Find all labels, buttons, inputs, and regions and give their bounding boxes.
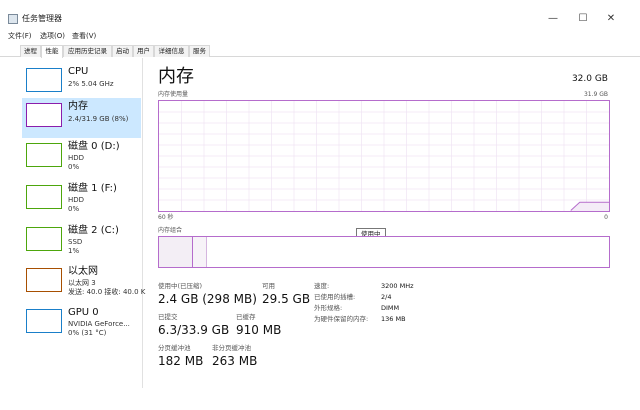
- spec-reserved-value: 136 MB: [381, 315, 406, 323]
- maximize-button[interactable]: ☐: [576, 12, 590, 26]
- minimize-button[interactable]: —: [546, 12, 560, 26]
- disk-1-thumbnail-graph: [26, 185, 62, 209]
- tab-startup[interactable]: 启动: [112, 45, 133, 57]
- available-value: 29.5 GB: [262, 292, 311, 306]
- tab-services[interactable]: 服务: [189, 45, 210, 57]
- sidebar-item-disk-2[interactable]: 磁盘 2 (C:) SSD 1%: [22, 222, 142, 262]
- available-label: 可用: [262, 282, 275, 290]
- title-bar: 任务管理器 — ☐ ✕: [0, 0, 640, 30]
- axis-left-label: 60 秒: [158, 214, 174, 221]
- tab-bar: 进程 性能 应用历史记录 启动 用户 详细信息 服务: [0, 43, 640, 58]
- sidebar-item-detail: SSD: [68, 238, 83, 246]
- menu-file[interactable]: 文件(F): [8, 30, 32, 42]
- tab-app-history[interactable]: 应用历史记录: [63, 45, 112, 57]
- sidebar-item-name: 磁盘 2 (C:): [68, 225, 119, 236]
- page-title: 内存: [158, 66, 194, 87]
- sidebar-item-ethernet[interactable]: 以太网 以太网 3 发送: 40.0 接收: 40.0 K: [22, 263, 146, 303]
- cached-value: 910 MB: [236, 323, 282, 337]
- axis-right-label: 0: [604, 214, 608, 221]
- sidebar-item-detail: HDD: [68, 196, 85, 204]
- sidebar-item-detail: 0% (31 °C): [68, 329, 107, 337]
- spec-slots-value: 2/4: [381, 293, 392, 301]
- window-title: 任务管理器: [22, 14, 62, 23]
- sidebar-item-name: 磁盘 0 (D:): [68, 141, 120, 152]
- composition-modified-segment[interactable]: [193, 237, 207, 267]
- sidebar-item-name: 磁盘 1 (F:): [68, 183, 117, 194]
- cpu-thumbnail-graph: [26, 68, 62, 92]
- sidebar-item-detail: 以太网 3: [68, 279, 96, 287]
- committed-value: 6.3/33.9 GB: [158, 323, 230, 337]
- gpu-0-thumbnail-graph: [26, 309, 62, 333]
- memory-composition-bar[interactable]: [158, 236, 610, 268]
- paged-pool-value: 182 MB: [158, 354, 204, 368]
- spec-speed-value: 3200 MHz: [381, 282, 414, 290]
- memory-usage-graph: [158, 100, 610, 212]
- sidebar-item-cpu[interactable]: CPU 2% 5.04 GHz: [22, 63, 142, 103]
- usage-graph-label: 内存使用量: [158, 91, 189, 98]
- sidebar-item-detail: 1%: [68, 247, 80, 255]
- spec-speed-label: 速度:: [314, 282, 330, 290]
- nonpaged-pool-label: 非分页缓冲池: [212, 344, 251, 352]
- sidebar-item-detail: 2.4/31.9 GB (8%): [68, 115, 129, 123]
- in-use-label: 使用中(已压缩): [158, 282, 203, 290]
- sidebar-item-detail: 0%: [68, 163, 80, 171]
- sidebar-item-memory[interactable]: 内存 2.4/31.9 GB (8%): [22, 98, 141, 138]
- sidebar-item-detail: 发送: 40.0 接收: 40.0 K: [68, 288, 146, 296]
- sidebar-item-disk-0[interactable]: 磁盘 0 (D:) HDD 0%: [22, 138, 142, 178]
- memory-usage-graph-svg: [159, 101, 609, 211]
- disk-2-thumbnail-graph: [26, 227, 62, 251]
- sidebar-item-detail: 0%: [68, 205, 80, 213]
- sidebar-item-name: CPU: [68, 66, 89, 77]
- sidebar-item-name: 内存: [68, 101, 88, 112]
- tab-details[interactable]: 详细信息: [154, 45, 189, 57]
- close-button[interactable]: ✕: [604, 12, 618, 26]
- menu-options[interactable]: 选项(O): [40, 30, 65, 42]
- composition-in-use-segment[interactable]: [159, 237, 193, 267]
- task-manager-app-icon: [8, 14, 18, 24]
- spec-form-factor-value: DIMM: [381, 304, 400, 312]
- composition-label: 内存组合: [158, 227, 183, 234]
- resource-sidebar: CPU 2% 5.04 GHz 内存 2.4/31.9 GB (8%) 磁盘 0…: [0, 58, 146, 388]
- memory-usage-area: [570, 202, 609, 211]
- sidebar-item-gpu-0[interactable]: GPU 0 NVIDIA GeForce... 0% (31 °C): [22, 304, 142, 344]
- paged-pool-label: 分页缓冲池: [158, 344, 191, 352]
- disk-0-thumbnail-graph: [26, 143, 62, 167]
- sidebar-item-detail: NVIDIA GeForce...: [68, 320, 130, 328]
- spec-form-factor-label: 外形规格:: [314, 304, 343, 312]
- in-use-value: 2.4 GB (298 MB): [158, 292, 257, 306]
- total-memory: 32.0 GB: [571, 74, 608, 84]
- sidebar-item-detail: HDD: [68, 154, 85, 162]
- sidebar-item-name: 以太网: [68, 266, 98, 277]
- tab-performance[interactable]: 性能: [41, 45, 63, 58]
- sidebar-item-name: GPU 0: [68, 307, 99, 318]
- sidebar-item-detail: 2% 5.04 GHz: [68, 80, 114, 88]
- cached-label: 已缓存: [236, 313, 256, 321]
- menu-view[interactable]: 查看(V): [72, 30, 96, 42]
- sidebar-item-disk-1[interactable]: 磁盘 1 (F:) HDD 0%: [22, 180, 142, 220]
- memory-detail-panel: 内存 32.0 GB 内存使用量 31.9 GB 60 秒 0 内存组合 使用中…: [158, 64, 610, 384]
- usage-graph-max: 31.9 GB: [583, 91, 608, 98]
- tab-processes[interactable]: 进程: [20, 45, 41, 57]
- menu-bar: 文件(F) 选项(O) 查看(V): [0, 30, 640, 42]
- nonpaged-pool-value: 263 MB: [212, 354, 258, 368]
- tab-users[interactable]: 用户: [133, 45, 154, 57]
- committed-label: 已提交: [158, 313, 178, 321]
- ethernet-thumbnail-graph: [26, 268, 62, 292]
- memory-thumbnail-graph: [26, 103, 62, 127]
- spec-reserved-label: 为硬件保留的内存:: [314, 315, 369, 323]
- spec-slots-label: 已使用的插槽:: [314, 293, 356, 301]
